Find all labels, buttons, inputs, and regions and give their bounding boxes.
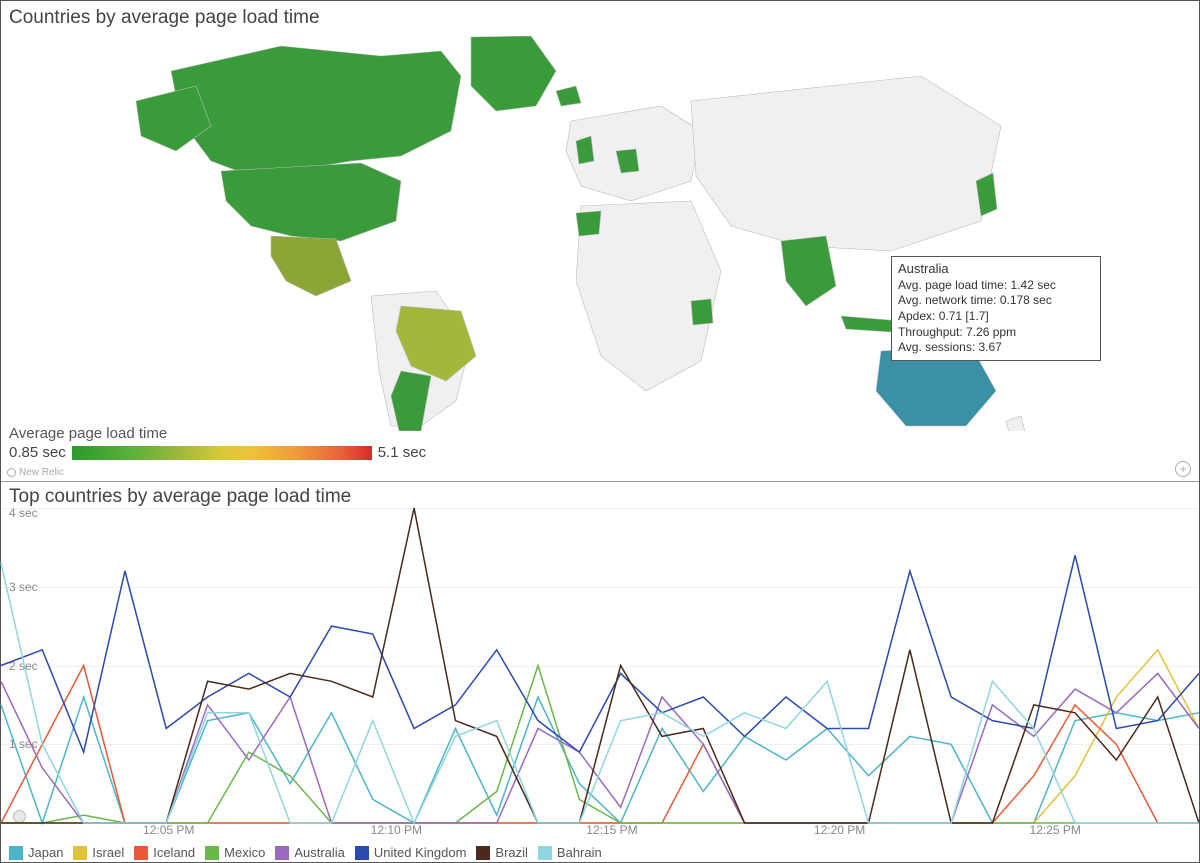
- legend-item[interactable]: United Kingdom: [355, 845, 467, 860]
- tooltip-sessions: Avg. sessions: 3.67: [898, 340, 1094, 356]
- legend-item[interactable]: Mexico: [205, 845, 265, 860]
- country-asia-bg[interactable]: [691, 76, 1001, 251]
- legend-label: Japan: [28, 845, 63, 860]
- legend-item[interactable]: Bahrain: [538, 845, 602, 860]
- tooltip-network-time: Avg. network time: 0.178 sec: [898, 293, 1094, 309]
- legend-item[interactable]: Israel: [73, 845, 124, 860]
- legend-gradient: [72, 446, 372, 460]
- legend-label: Brazil: [495, 845, 528, 860]
- tooltip-title: Australia: [898, 261, 1094, 278]
- expand-icon[interactable]: +: [1175, 461, 1191, 477]
- country-nz[interactable]: [1006, 416, 1026, 431]
- country-kenya[interactable]: [691, 299, 713, 325]
- legend-label: Average page load time: [9, 425, 426, 442]
- country-tooltip: Australia Avg. page load time: 1.42 sec …: [891, 256, 1101, 361]
- legend-swatch: [205, 846, 219, 860]
- world-map[interactable]: [101, 31, 1101, 431]
- series-line[interactable]: [1, 697, 1199, 823]
- chart-area[interactable]: 4 sec 3 sec 2 sec 1 sec: [1, 508, 1199, 823]
- legend-min: 0.85 sec: [9, 444, 66, 461]
- series-line[interactable]: [1, 508, 1199, 823]
- map-legend: Average page load time 0.85 sec 5.1 sec: [9, 425, 426, 461]
- legend-swatch: [73, 846, 87, 860]
- chart-legend: Japan Israel Iceland Mexico Australia United …: [9, 845, 602, 860]
- legend-label: Bahrain: [557, 845, 602, 860]
- tooltip-load-time: Avg. page load time: 1.42 sec: [898, 278, 1094, 294]
- legend-swatch: [538, 846, 552, 860]
- line-chart-panel: Top countries by average page load time …: [1, 482, 1199, 863]
- brand-label: New Relic: [7, 467, 64, 478]
- map-title: Countries by average page load time: [1, 1, 1199, 35]
- legend-item[interactable]: Australia: [275, 845, 345, 860]
- legend-swatch: [275, 846, 289, 860]
- legend-item[interactable]: Japan: [9, 845, 63, 860]
- legend-label: Israel: [92, 845, 124, 860]
- series-line[interactable]: [1, 563, 1199, 823]
- legend-label: United Kingdom: [374, 845, 467, 860]
- country-india[interactable]: [781, 236, 836, 306]
- legend-max: 5.1 sec: [378, 444, 426, 461]
- legend-swatch: [355, 846, 369, 860]
- map-panel: Countries by average page load time: [1, 1, 1199, 482]
- brand-icon: [7, 468, 16, 477]
- legend-swatch: [134, 846, 148, 860]
- legend-item[interactable]: Iceland: [134, 845, 195, 860]
- series-line[interactable]: [1, 650, 1199, 823]
- x-tick: 12:05 PM: [143, 823, 194, 837]
- country-canada[interactable]: [171, 46, 461, 176]
- legend-label: Mexico: [224, 845, 265, 860]
- tooltip-throughput: Throughput: 7.26 ppm: [898, 325, 1094, 341]
- x-tick: 12:15 PM: [586, 823, 637, 837]
- x-axis: 12:05 PM 12:10 PM 12:15 PM 12:20 PM 12:2…: [1, 823, 1199, 843]
- x-tick: 12:10 PM: [371, 823, 422, 837]
- chart-title: Top countries by average page load time: [1, 482, 1199, 508]
- country-greenland[interactable]: [471, 36, 556, 111]
- country-usa[interactable]: [221, 163, 401, 241]
- tooltip-apdex: Apdex: 0.71 [1.7]: [898, 309, 1094, 325]
- legend-swatch: [9, 846, 23, 860]
- country-mexico[interactable]: [271, 236, 351, 296]
- legend-swatch: [476, 846, 490, 860]
- x-tick: 12:20 PM: [814, 823, 865, 837]
- x-tick: 12:25 PM: [1030, 823, 1081, 837]
- country-morocco[interactable]: [576, 211, 601, 236]
- legend-item[interactable]: Brazil: [476, 845, 528, 860]
- country-iceland[interactable]: [556, 86, 581, 106]
- legend-label: Iceland: [153, 845, 195, 860]
- country-uk[interactable]: [576, 136, 594, 164]
- legend-label: Australia: [294, 845, 345, 860]
- series-line[interactable]: [1, 555, 1199, 752]
